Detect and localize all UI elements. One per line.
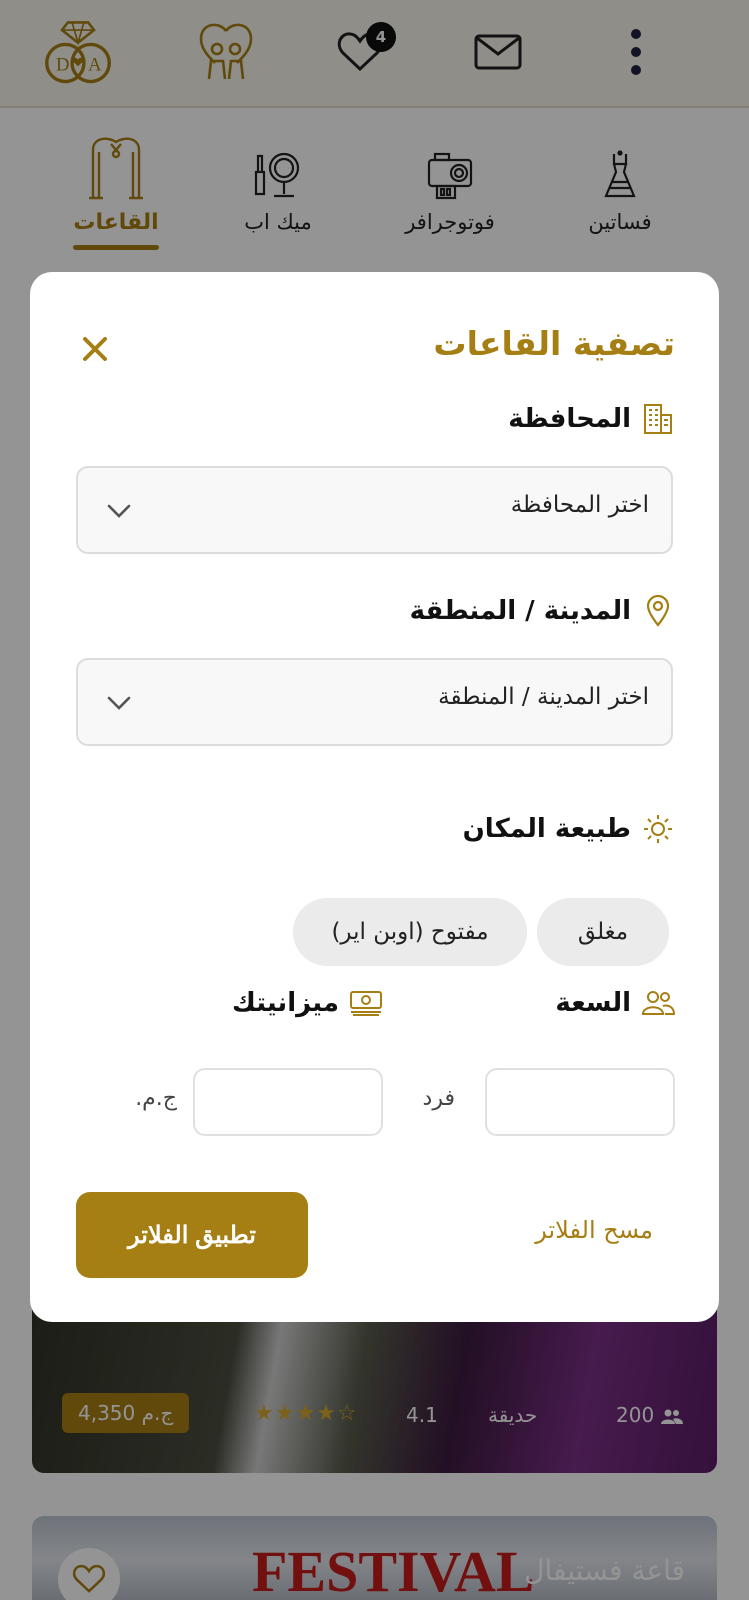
chevron-down-icon <box>107 696 131 710</box>
city-label: المدينة / المنطقة <box>410 594 675 628</box>
city-select[interactable]: اختر المدينة / المنطقة <box>76 658 673 746</box>
chevron-down-icon <box>107 504 131 518</box>
apply-filters-button[interactable]: تطبيق الفلاتر <box>76 1192 308 1278</box>
dialog-title: تصفية القاعات <box>433 324 675 363</box>
governorate-select-value: اختر المحافظة <box>510 492 649 518</box>
people-icon <box>641 986 675 1020</box>
budget-unit: ج.م. <box>135 1086 177 1111</box>
location-pin-icon <box>641 594 675 628</box>
building-icon <box>641 402 675 436</box>
venue-type-option-open-air[interactable]: مفتوح (اوبن اير) <box>293 898 527 966</box>
governorate-label: المحافظة <box>508 402 675 436</box>
city-label-text: المدينة / المنطقة <box>409 596 631 626</box>
capacity-label: السعة <box>555 986 675 1020</box>
capacity-input[interactable] <box>485 1068 675 1136</box>
governorate-select[interactable]: اختر المحافظة <box>76 466 673 554</box>
budget-label: ميزانيتك <box>232 986 383 1020</box>
sun-icon <box>641 812 675 846</box>
venue-type-label: طبيعة المكان <box>463 812 675 846</box>
capacity-unit: فرد <box>422 1086 455 1111</box>
filter-dialog: تصفية القاعات المحافظة اختر المحافظة الم… <box>30 272 719 1322</box>
budget-label-text: ميزانيتك <box>232 988 339 1018</box>
governorate-label-text: المحافظة <box>508 404 631 434</box>
close-button[interactable] <box>80 334 110 364</box>
clear-filters-button[interactable]: مسح الفلاتر <box>535 1216 653 1244</box>
money-icon <box>349 986 383 1020</box>
city-select-value: اختر المدينة / المنطقة <box>438 684 649 710</box>
close-icon <box>83 337 107 361</box>
venue-type-option-closed[interactable]: مغلق <box>537 898 669 966</box>
budget-input[interactable] <box>193 1068 383 1136</box>
venue-type-label-text: طبيعة المكان <box>462 814 631 844</box>
capacity-label-text: السعة <box>555 988 631 1018</box>
